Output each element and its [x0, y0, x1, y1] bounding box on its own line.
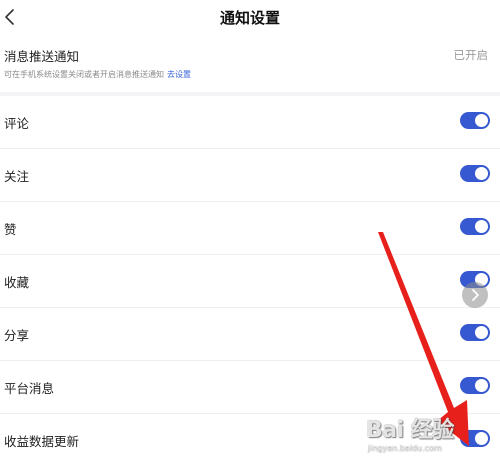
push-description-text: 可在手机系统设置关闭或者开启消息推送通知	[4, 70, 164, 79]
page-title: 通知设置	[219, 9, 280, 27]
setting-row-platform-message: 平台消息	[0, 361, 500, 414]
like-toggle[interactable]	[460, 218, 490, 235]
toggle-knob	[475, 220, 488, 233]
push-status-text: 已开启	[453, 48, 489, 62]
toggle-knob	[475, 326, 488, 339]
notification-settings-list: 评论 关注 赞 收藏 分享 平台消息 收益数据更新	[0, 96, 500, 467]
push-notification-section: 消息推送通知 可在手机系统设置关闭或者开启消息推送通知 去设置 已开启	[0, 36, 500, 92]
go-settings-link[interactable]: 去设置	[167, 70, 191, 79]
setting-row-comment: 评论	[0, 96, 500, 149]
setting-label: 收益数据更新	[4, 434, 80, 449]
setting-label: 分享	[4, 328, 30, 343]
setting-label: 平台消息	[4, 381, 55, 396]
chevron-right-icon	[472, 289, 479, 301]
push-notification-title: 消息推送通知	[4, 49, 80, 64]
earnings-update-toggle[interactable]	[460, 430, 490, 447]
share-toggle[interactable]	[460, 324, 490, 341]
setting-label: 收藏	[4, 275, 30, 290]
toggle-knob	[475, 114, 488, 127]
setting-row-like: 赞	[0, 202, 500, 255]
setting-label: 评论	[4, 116, 30, 131]
comment-toggle[interactable]	[460, 112, 490, 129]
toggle-knob	[475, 167, 488, 180]
toggle-knob	[475, 432, 488, 445]
setting-row-favorite: 收藏	[0, 255, 500, 308]
platform-message-toggle[interactable]	[460, 377, 490, 394]
nav-bar: 通知设置	[0, 0, 500, 36]
setting-label: 关注	[4, 169, 30, 184]
setting-row-share: 分享	[0, 308, 500, 361]
floating-next-button[interactable]	[462, 282, 488, 308]
toggle-knob	[475, 379, 488, 392]
follow-toggle[interactable]	[460, 165, 490, 182]
setting-row-follow: 关注	[0, 149, 500, 202]
push-notification-description: 可在手机系统设置关闭或者开启消息推送通知 去设置	[4, 69, 191, 80]
setting-label: 赞	[4, 222, 17, 237]
setting-row-earnings-update: 收益数据更新	[0, 414, 500, 467]
